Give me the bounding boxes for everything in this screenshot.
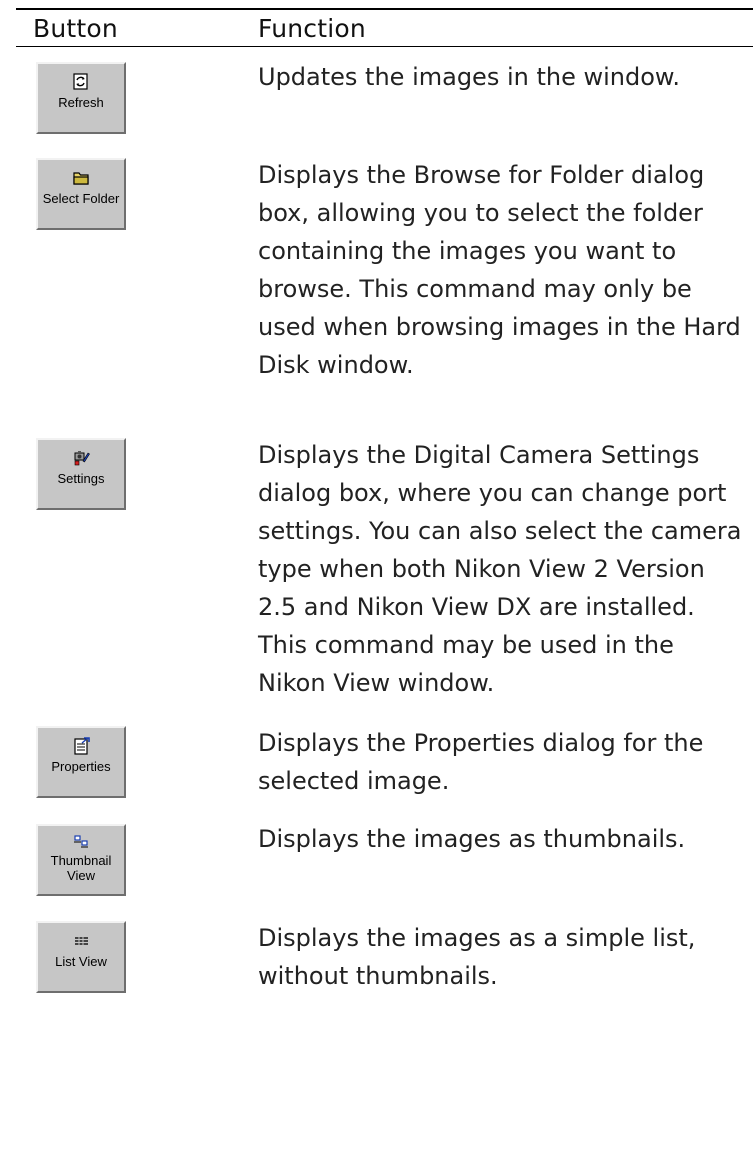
folder-icon: [73, 172, 89, 185]
thumbnail-view-description: Displays the images as thumbnails.: [258, 825, 686, 853]
refresh-description: Updates the images in the window.: [258, 63, 680, 91]
refresh-button[interactable]: Refresh: [36, 62, 126, 134]
settings-icon: [74, 451, 90, 466]
properties-button[interactable]: Properties: [36, 726, 126, 798]
list-view-description: Displays the images as a simple list, wi…: [258, 924, 696, 990]
column-header-button: Button: [33, 14, 118, 43]
settings-button[interactable]: Settings: [36, 438, 126, 510]
refresh-icon: [73, 73, 88, 90]
table-top-rule: [16, 8, 753, 10]
settings-button-label: Settings: [57, 471, 105, 486]
refresh-button-label: Refresh: [58, 95, 104, 110]
list-view-button[interactable]: List View: [36, 921, 126, 993]
properties-button-label: Properties: [51, 759, 111, 774]
select-folder-button-label: Select Folder: [42, 191, 120, 206]
column-header-function: Function: [258, 14, 366, 43]
thumbnail-view-button[interactable]: Thumbnail View: [36, 824, 126, 896]
header-rule: [16, 46, 753, 47]
settings-description: Displays the Digital Camera Settings dia…: [258, 441, 742, 697]
list-view-icon: [75, 937, 88, 945]
list-view-button-label: List View: [55, 954, 107, 969]
properties-icon: [74, 737, 90, 755]
thumbnail-view-icon: [74, 835, 88, 848]
select-folder-button[interactable]: Select Folder: [36, 158, 126, 230]
thumbnail-view-button-label: Thumbnail View: [50, 853, 112, 883]
properties-description: Displays the Properties dialog for the s…: [258, 729, 704, 795]
select-folder-description: Displays the Browse for Folder dialog bo…: [258, 161, 741, 379]
